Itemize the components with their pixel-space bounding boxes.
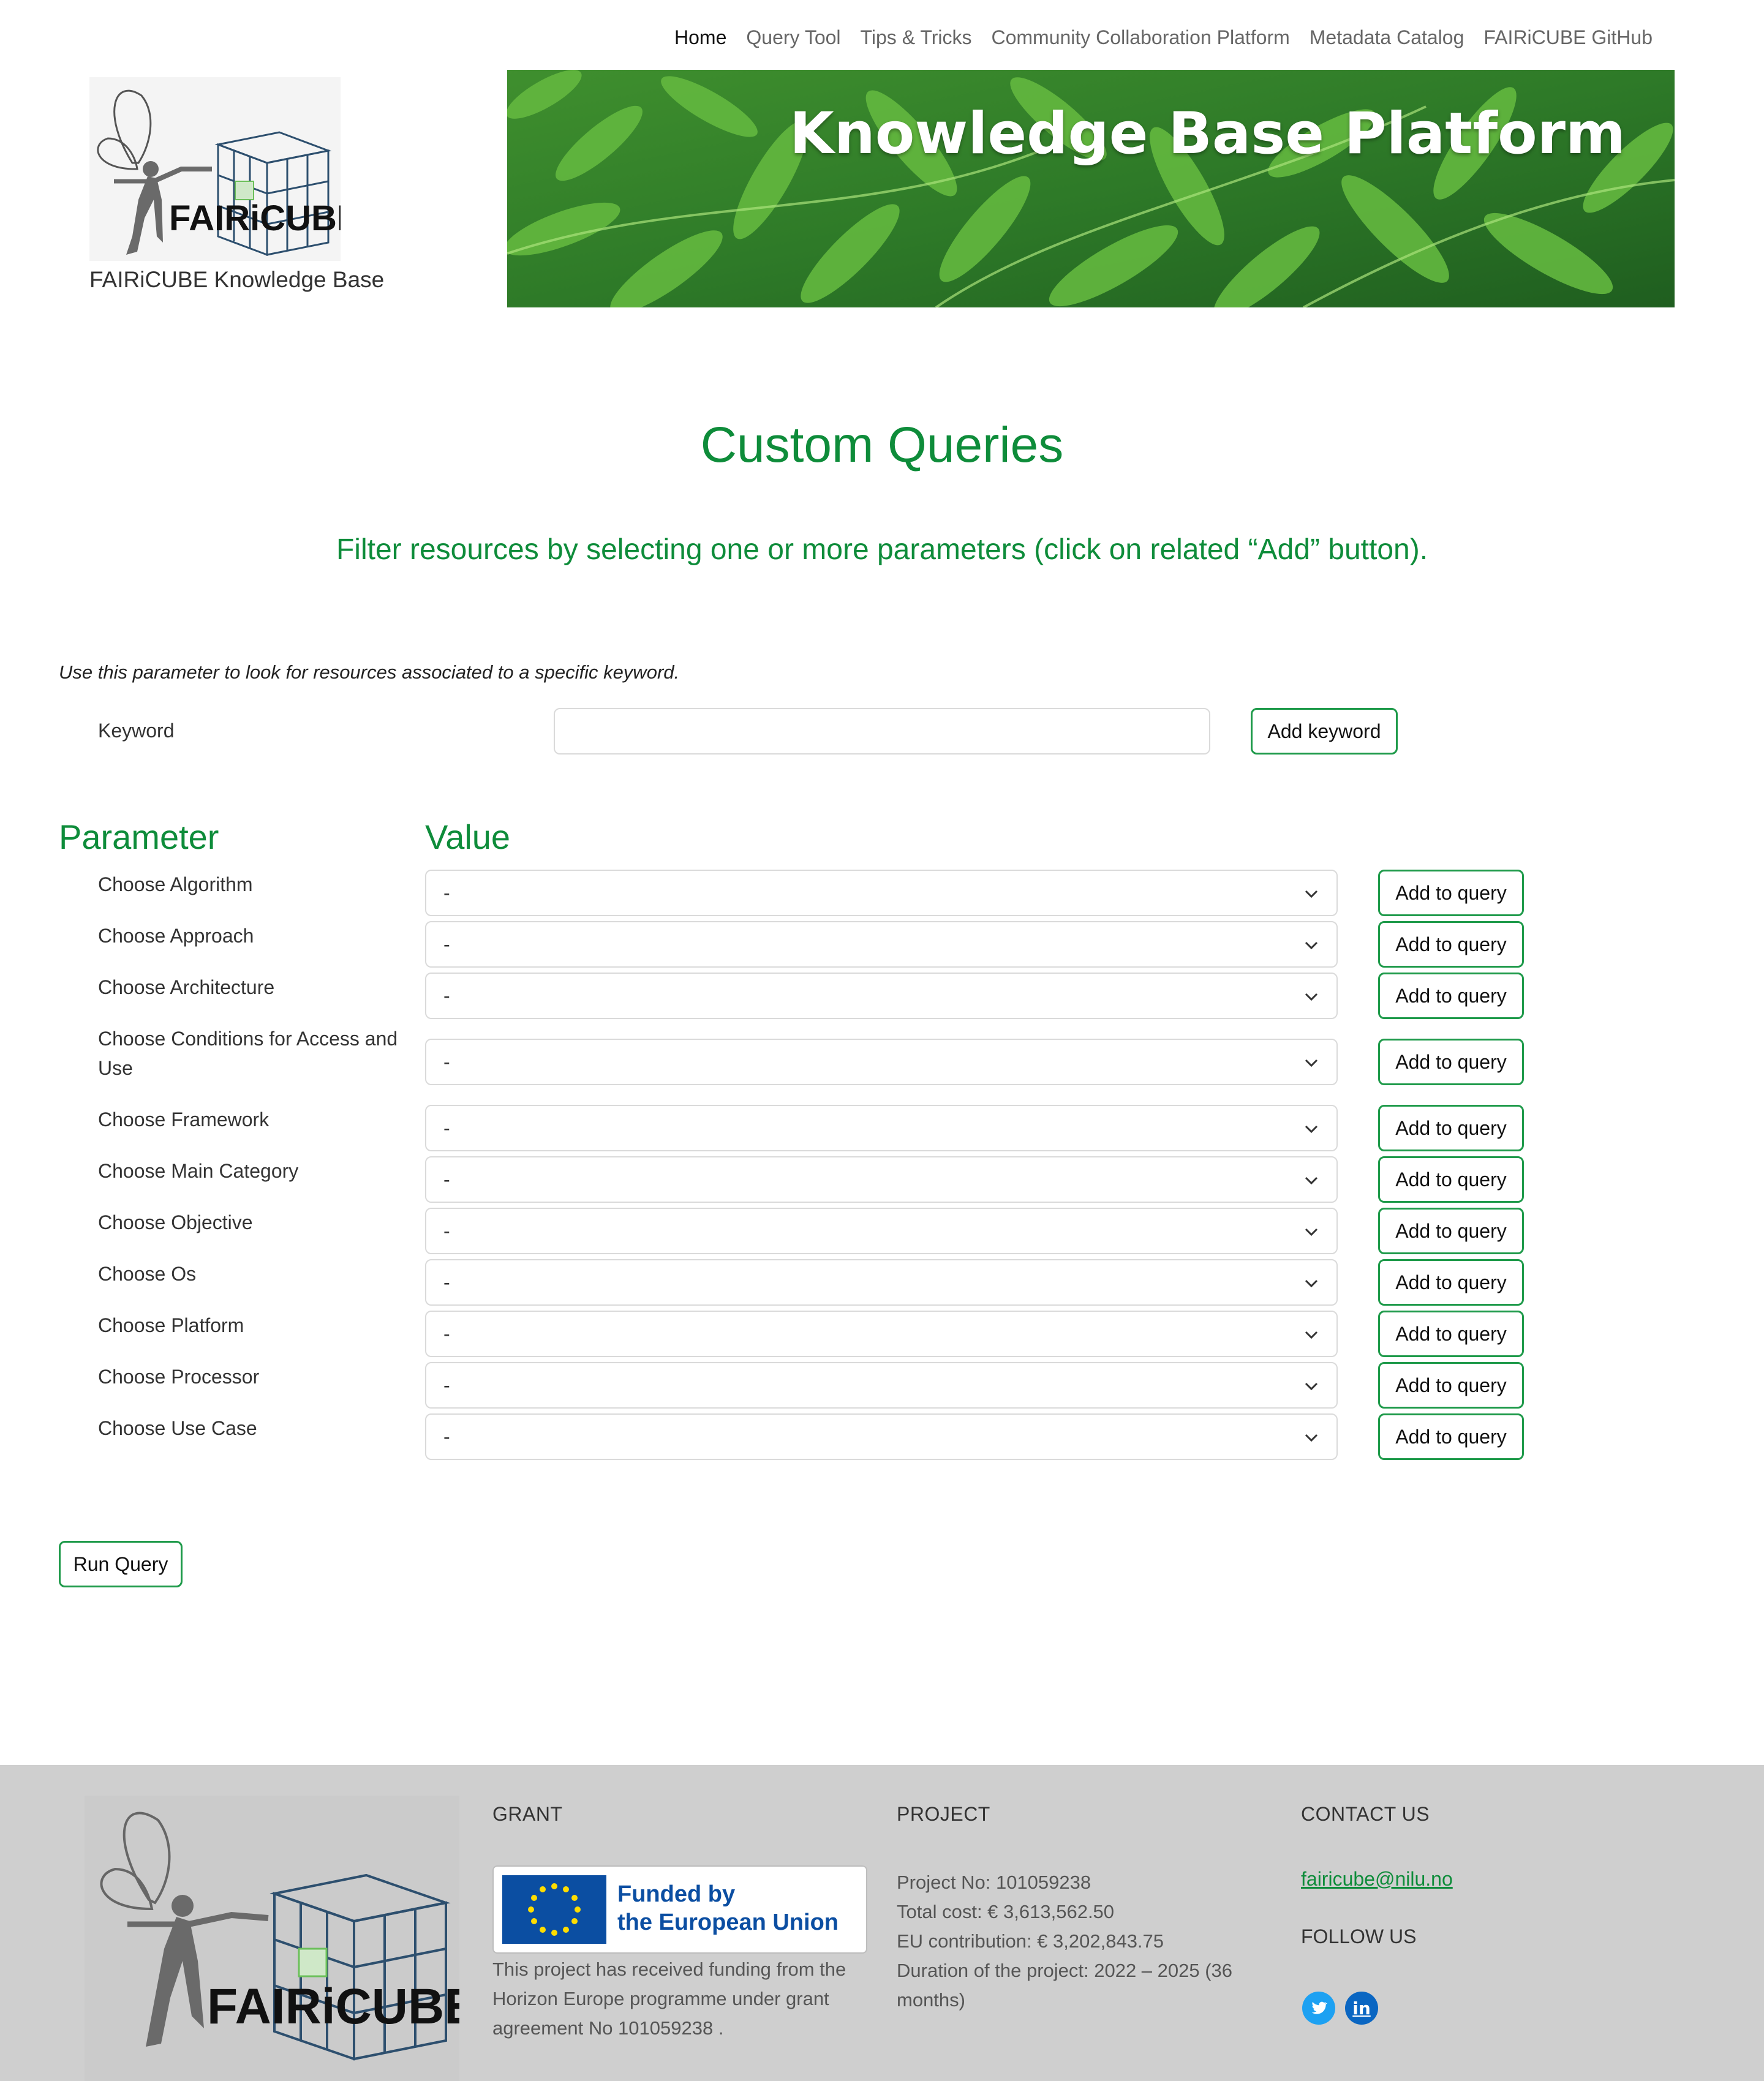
add-conditions-button[interactable]: Add to query [1378,1039,1524,1085]
nav-tips-tricks[interactable]: Tips & Tricks [861,26,972,49]
grant-text: This project has received funding from t… [492,1959,846,2039]
select-value: - [443,1271,450,1293]
project-details: Project No: 101059238 Total cost: € 3,61… [897,1868,1289,2015]
add-main-category-button[interactable]: Add to query [1378,1156,1524,1203]
select-value: - [443,1426,450,1448]
param-label-main-category: Choose Main Category [98,1160,299,1182]
framework-select[interactable]: - [425,1105,1338,1151]
conditions-select[interactable]: - [425,1039,1338,1085]
select-value: - [443,1051,450,1073]
site-name: FAIRiCUBE Knowledge Base [89,267,385,292]
eu-flag-icon [502,1875,606,1944]
chevron-down-icon [1305,1176,1318,1185]
eu-funding-badge: Funded by the European Union [492,1865,867,1954]
param-label-conditions: Choose Conditions for Access and Use [98,1028,398,1079]
add-approach-button[interactable]: Add to query [1378,921,1524,968]
os-select[interactable]: - [425,1259,1338,1306]
total-cost: Total cost: € 3,613,562.50 [897,1901,1115,1922]
chevron-down-icon [1305,1125,1318,1134]
nav-home[interactable]: Home [674,26,726,49]
use-case-select[interactable]: - [425,1413,1338,1460]
select-value: - [443,1117,450,1139]
project-duration: Duration of the project: 2022 – 2025 (36… [897,1960,1233,2011]
chevron-down-icon [1305,1382,1318,1391]
chevron-down-icon [1305,993,1318,1001]
add-architecture-button[interactable]: Add to query [1378,973,1524,1019]
parameter-column-header: Parameter [59,818,219,856]
param-label-processor: Choose Processor [98,1366,260,1388]
add-keyword-button[interactable]: Add keyword [1251,708,1398,755]
project-heading: PROJECT [897,1803,990,1825]
page-title: Custom Queries [700,417,1064,473]
param-label-architecture: Choose Architecture [98,976,275,998]
chevron-down-icon [1305,1228,1318,1236]
keyword-label: Keyword [98,720,175,742]
footer: FAIRiCUBE GRANT Funded by the European U… [0,1765,1764,2081]
eu-line-1: Funded by [617,1881,736,1907]
grant-heading: GRANT [492,1803,563,1825]
svg-text:FAIRiCUBE: FAIRiCUBE [207,1979,459,2034]
objective-select[interactable]: - [425,1208,1338,1254]
chevron-down-icon [1305,1059,1318,1067]
site-logo[interactable]: FAIRiCUBE [89,77,361,261]
footer-logo: FAIRiCUBE [85,1796,478,2081]
page-subtitle: Filter resources by selecting one or mor… [336,533,1428,566]
fairy-cube-logo-icon: FAIRiCUBE [89,77,361,261]
select-value: - [443,1374,450,1396]
chevron-down-icon [1305,1279,1318,1288]
chevron-down-icon [1305,890,1318,898]
param-label-approach: Choose Approach [98,925,254,947]
processor-select[interactable]: - [425,1362,1338,1409]
approach-select[interactable]: - [425,921,1338,968]
add-objective-button[interactable]: Add to query [1378,1208,1524,1254]
nav-community-platform[interactable]: Community Collaboration Platform [991,26,1289,49]
select-value: - [443,1220,450,1242]
keyword-help-text: Use this parameter to look for resources… [59,661,680,683]
header-banner: Knowledge Base Platform [507,70,1675,307]
param-label-framework: Choose Framework [98,1108,270,1131]
chevron-down-icon [1305,941,1318,950]
value-column-header: Value [425,818,511,856]
add-algorithm-button[interactable]: Add to query [1378,870,1524,916]
banner-title: Knowledge Base Platform [790,100,1626,167]
param-label-platform: Choose Platform [98,1314,244,1336]
nav-query-tool[interactable]: Query Tool [746,26,840,49]
top-navigation: Home Query Tool Tips & Tricks Community … [674,22,1653,53]
add-os-button[interactable]: Add to query [1378,1259,1524,1306]
linkedin-icon[interactable]: in [1345,1992,1378,2025]
add-processor-button[interactable]: Add to query [1378,1362,1524,1409]
param-label-os: Choose Os [98,1263,197,1285]
param-label-use-case: Choose Use Case [98,1417,257,1439]
svg-text:FAIRiCUBE: FAIRiCUBE [169,198,341,238]
fairy-cube-logo-icon: FAIRiCUBE [100,1812,478,2061]
keyword-input[interactable] [554,708,1210,755]
contact-email-link[interactable]: fairicube@nilu.no [1301,1868,1453,1891]
chevron-down-icon [1305,1434,1318,1442]
add-platform-button[interactable]: Add to query [1378,1311,1524,1357]
select-value: - [443,882,450,904]
param-label-algorithm: Choose Algorithm [98,873,253,895]
eu-funding-text: Funded by the European Union [617,1880,839,1936]
select-value: - [443,1323,450,1345]
eu-contribution: EU contribution: € 3,202,843.75 [897,1930,1164,1952]
chevron-down-icon [1305,1331,1318,1339]
run-query-button[interactable]: Run Query [59,1541,183,1587]
contact-heading: CONTACT US [1301,1803,1430,1825]
select-value: - [443,1168,450,1191]
main-category-select[interactable]: - [425,1156,1338,1203]
nav-metadata-catalog[interactable]: Metadata Catalog [1310,26,1464,49]
architecture-select[interactable]: - [425,973,1338,1019]
select-value: - [443,985,450,1007]
add-use-case-button[interactable]: Add to query [1378,1413,1524,1460]
eu-line-2: the European Union [617,1910,839,1935]
algorithm-select[interactable]: - [425,870,1338,916]
select-value: - [443,933,450,955]
follow-heading: FOLLOW US [1301,1925,1417,1947]
twitter-icon[interactable] [1302,1992,1335,2025]
param-label-objective: Choose Objective [98,1211,253,1233]
add-framework-button[interactable]: Add to query [1378,1105,1524,1151]
nav-github[interactable]: FAIRiCUBE GitHub [1483,26,1653,49]
project-number: Project No: 101059238 [897,1872,1091,1893]
platform-select[interactable]: - [425,1311,1338,1357]
